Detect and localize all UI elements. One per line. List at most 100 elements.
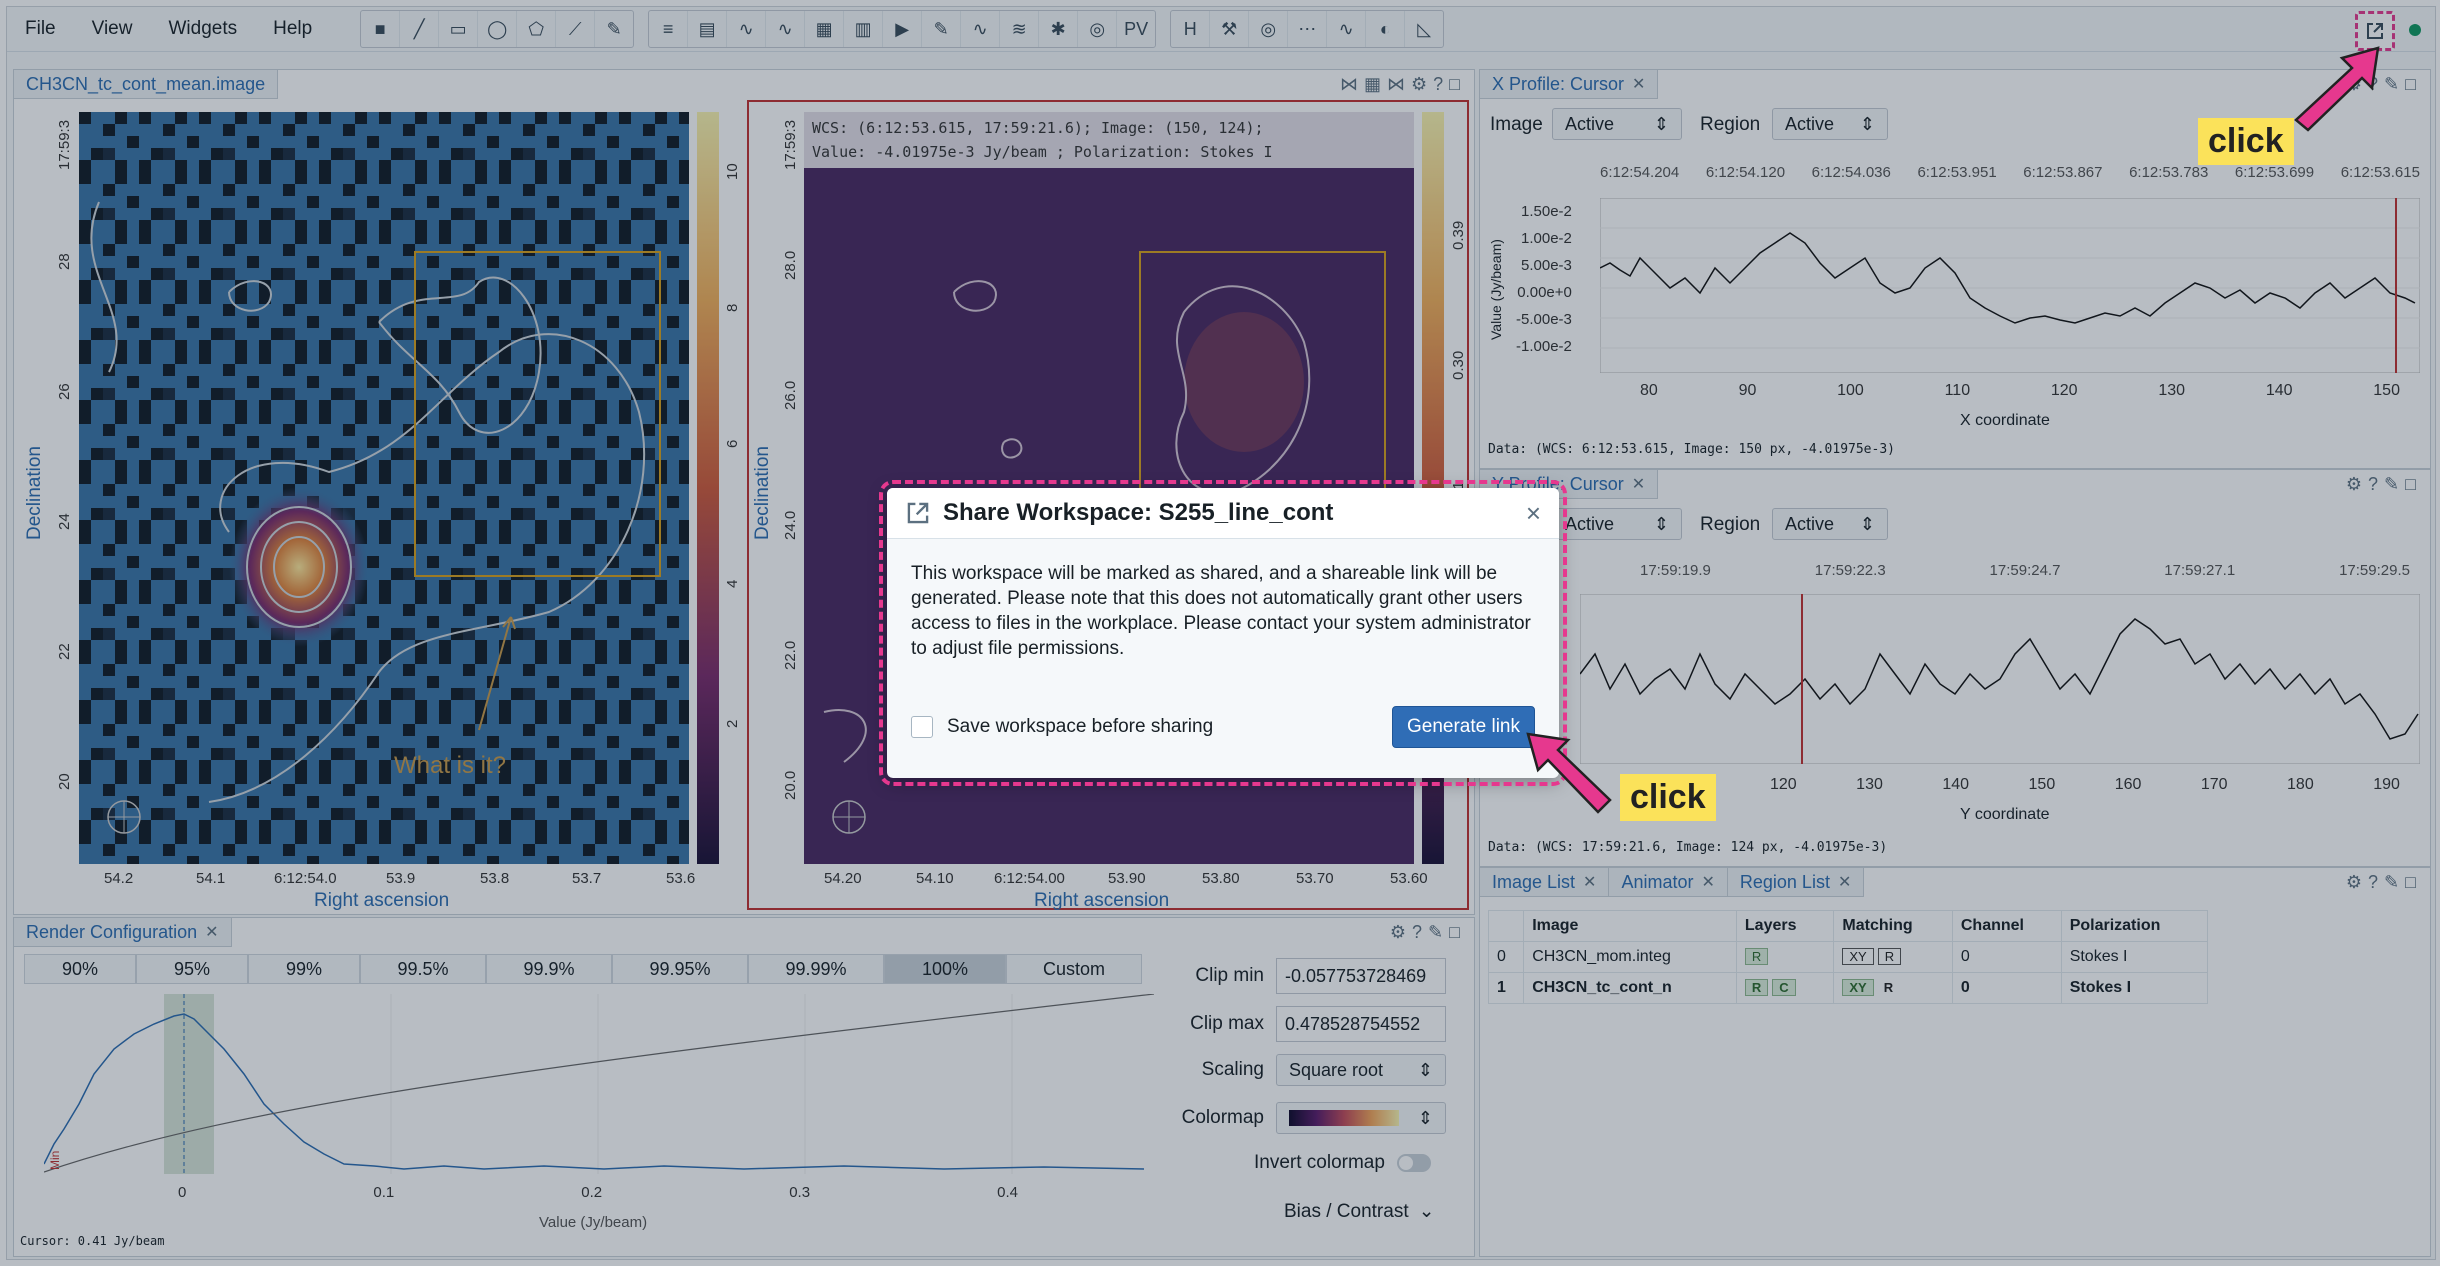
image-1-cbar-tick: 8 (724, 303, 741, 312)
x-profile-region-select[interactable]: Active ⇕ (1772, 108, 1888, 140)
raster-layer-toggle[interactable]: R (1744, 948, 1769, 965)
layers-icon[interactable]: ≋ (1000, 11, 1040, 47)
image-1-ytick: 17:59:3 (56, 119, 73, 170)
spectral-profiler-icon[interactable]: ∿ (766, 11, 806, 47)
close-icon[interactable]: ✕ (1583, 872, 1596, 892)
close-icon[interactable]: ✕ (1632, 474, 1645, 494)
generate-link-button[interactable]: Generate link (1391, 706, 1535, 748)
menu-help[interactable]: Help (255, 18, 330, 40)
catalog-icon[interactable]: ✱ (1039, 11, 1079, 47)
scaling-row: Scaling Square root ⇕ (1164, 1054, 1446, 1086)
bias-contrast-row[interactable]: Bias / Contrast ⌄ (1284, 1200, 1435, 1223)
scaling-select[interactable]: Square root ⇕ (1276, 1054, 1446, 1086)
ellipse-tool-icon[interactable]: ◯ (478, 11, 518, 47)
percentile-100-button[interactable]: 100% (884, 954, 1006, 984)
xy-match-toggle[interactable]: XY (1842, 948, 1874, 965)
file-header-icon[interactable]: ≡ (649, 11, 689, 47)
percentile-99-button[interactable]: 99% (248, 954, 360, 984)
invert-colormap-toggle[interactable] (1396, 1154, 1431, 1172)
polyline-tool-icon[interactable]: ⟋ (556, 11, 596, 47)
distance-icon[interactable]: ◺ (1405, 11, 1443, 47)
stokes-icon[interactable]: ∿ (961, 11, 1001, 47)
close-icon[interactable]: ✕ (1632, 74, 1645, 94)
x-profile-tab[interactable]: X Profile: Cursor ✕ (1480, 70, 1659, 99)
close-icon[interactable]: × (1526, 498, 1541, 529)
tab-image-list[interactable]: Image List ✕ (1480, 868, 1610, 897)
percentile-99-99-button[interactable]: 99.99% (748, 954, 884, 984)
x-profile-image-select[interactable]: Active ⇕ (1552, 108, 1682, 140)
contour-icon[interactable]: ◎ (1249, 11, 1289, 47)
y-profile-plot[interactable] (1580, 594, 2420, 764)
image-viewer-controls[interactable]: ⋈▦⋈⚙?□ (1340, 74, 1466, 95)
raster-layer-toggle[interactable]: R (1744, 979, 1769, 996)
table-row[interactable]: 0 CH3CN_mom.integ R XY R 0 Stokes I (1487, 941, 2209, 973)
image-1-cbar-tick: 2 (724, 719, 741, 728)
close-icon[interactable]: ✕ (205, 922, 218, 942)
polygon-tool-icon[interactable]: ⬠ (517, 11, 557, 47)
image-2-xtick: 54.20 (824, 870, 862, 887)
colormap-select[interactable]: ⇕ (1276, 1102, 1446, 1134)
statistics-icon[interactable]: ▦ (805, 11, 845, 47)
clip-min-input[interactable]: -0.057753728469 (1276, 958, 1446, 994)
fitting-icon[interactable]: ∿ (1327, 11, 1367, 47)
percentile-95-button[interactable]: 95% (136, 954, 248, 984)
header-icon[interactable]: H (1171, 11, 1211, 47)
image-1-ytick: 26 (56, 383, 73, 400)
x-profile-top-tick: 6:12:53.783 (2129, 164, 2209, 181)
pv-generator-icon[interactable]: PV (1117, 11, 1155, 47)
image-1-canvas[interactable]: What is it? (79, 112, 689, 864)
percentile-90-button[interactable]: 90% (24, 954, 136, 984)
image-2-ylabel: Declination (752, 446, 773, 540)
menu-view[interactable]: View (74, 18, 151, 40)
animator-icon[interactable]: ▶ (883, 11, 923, 47)
image-1-cbar-tick: 10 (724, 163, 741, 180)
rectangle-tool-icon[interactable]: ▭ (439, 11, 479, 47)
column-channel: Channel (1951, 910, 2062, 942)
render-config-icon[interactable]: ✎ (922, 11, 962, 47)
image-viewer-icon[interactable]: ▤ (688, 11, 728, 47)
close-icon[interactable]: ✕ (1838, 872, 1851, 892)
y-profile-xtick: 190 (2373, 776, 2400, 793)
spatial-profiler-icon[interactable]: ∿ (727, 11, 767, 47)
image-list-controls[interactable]: ⚙?✎□ (2346, 872, 2422, 893)
y-profile-image-select[interactable]: Active ⇕ (1552, 508, 1682, 540)
tab-region-list[interactable]: Region List ✕ (1727, 868, 1865, 897)
render-config-tab[interactable]: Render Configuration ✕ (14, 918, 232, 947)
menu-file[interactable]: File (7, 18, 74, 40)
image-list-table: Image Layers Matching Channel Polarizati… (1487, 910, 2209, 1004)
histogram-xtick: 0.1 (373, 1184, 395, 1201)
scaling-label: Scaling (1201, 1059, 1264, 1080)
x-profile-plot[interactable] (1600, 198, 2420, 373)
tab-animator[interactable]: Animator ✕ (1609, 868, 1728, 897)
image-2-ytick: 22.0 (782, 640, 799, 670)
save-before-sharing-checkbox[interactable] (911, 716, 933, 738)
histogram-xlabel: Value (Jy/beam) (539, 1214, 648, 1231)
render-match-toggle[interactable]: R (1877, 948, 1902, 965)
close-icon[interactable]: ✕ (1701, 872, 1714, 892)
y-profile-controls[interactable]: ⚙?✎□ (2346, 474, 2422, 495)
contour-layer-toggle[interactable]: C (1772, 979, 1796, 996)
table-row[interactable]: 1 CH3CN_tc_cont_n RC XY R 0 Stokes I (1487, 972, 2209, 1004)
line-tool-icon[interactable]: ╱ (400, 11, 440, 47)
clip-max-input[interactable]: 0.478528754552 (1276, 1006, 1446, 1042)
histogram-icon[interactable]: ▥ (844, 11, 884, 47)
menu-widgets[interactable]: Widgets (150, 18, 255, 40)
spectral-line-icon[interactable]: ◎ (1078, 11, 1118, 47)
vector-icon[interactable]: ⋯ (1288, 11, 1328, 47)
wrench-icon[interactable]: ⚒ (1210, 11, 1250, 47)
colorblend-icon[interactable]: ◐ (1366, 11, 1406, 47)
x-profile-image-value: Active (1565, 113, 1615, 134)
percentile-99-9-button[interactable]: 99.9% (486, 954, 612, 984)
percentile-custom-button[interactable]: Custom (1006, 954, 1142, 984)
image-1-xtick: 54.2 (104, 870, 134, 887)
percentile-99-95-button[interactable]: 99.95% (612, 954, 748, 984)
render-config-controls[interactable]: ⚙?✎□ (1390, 922, 1466, 943)
image-viewer-tab[interactable]: CH3CN_tc_cont_mean.image (14, 70, 279, 99)
render-match-toggle[interactable]: R (1877, 980, 1900, 995)
percentile-99-5-button[interactable]: 99.5% (360, 954, 486, 984)
render-histogram[interactable] (44, 994, 1154, 1174)
y-profile-region-select[interactable]: Active ⇕ (1772, 508, 1888, 540)
point-tool-icon[interactable]: ■ (361, 11, 401, 47)
annotation-tool-icon[interactable]: ✎ (595, 11, 633, 47)
xy-match-toggle[interactable]: XY (1842, 979, 1874, 996)
